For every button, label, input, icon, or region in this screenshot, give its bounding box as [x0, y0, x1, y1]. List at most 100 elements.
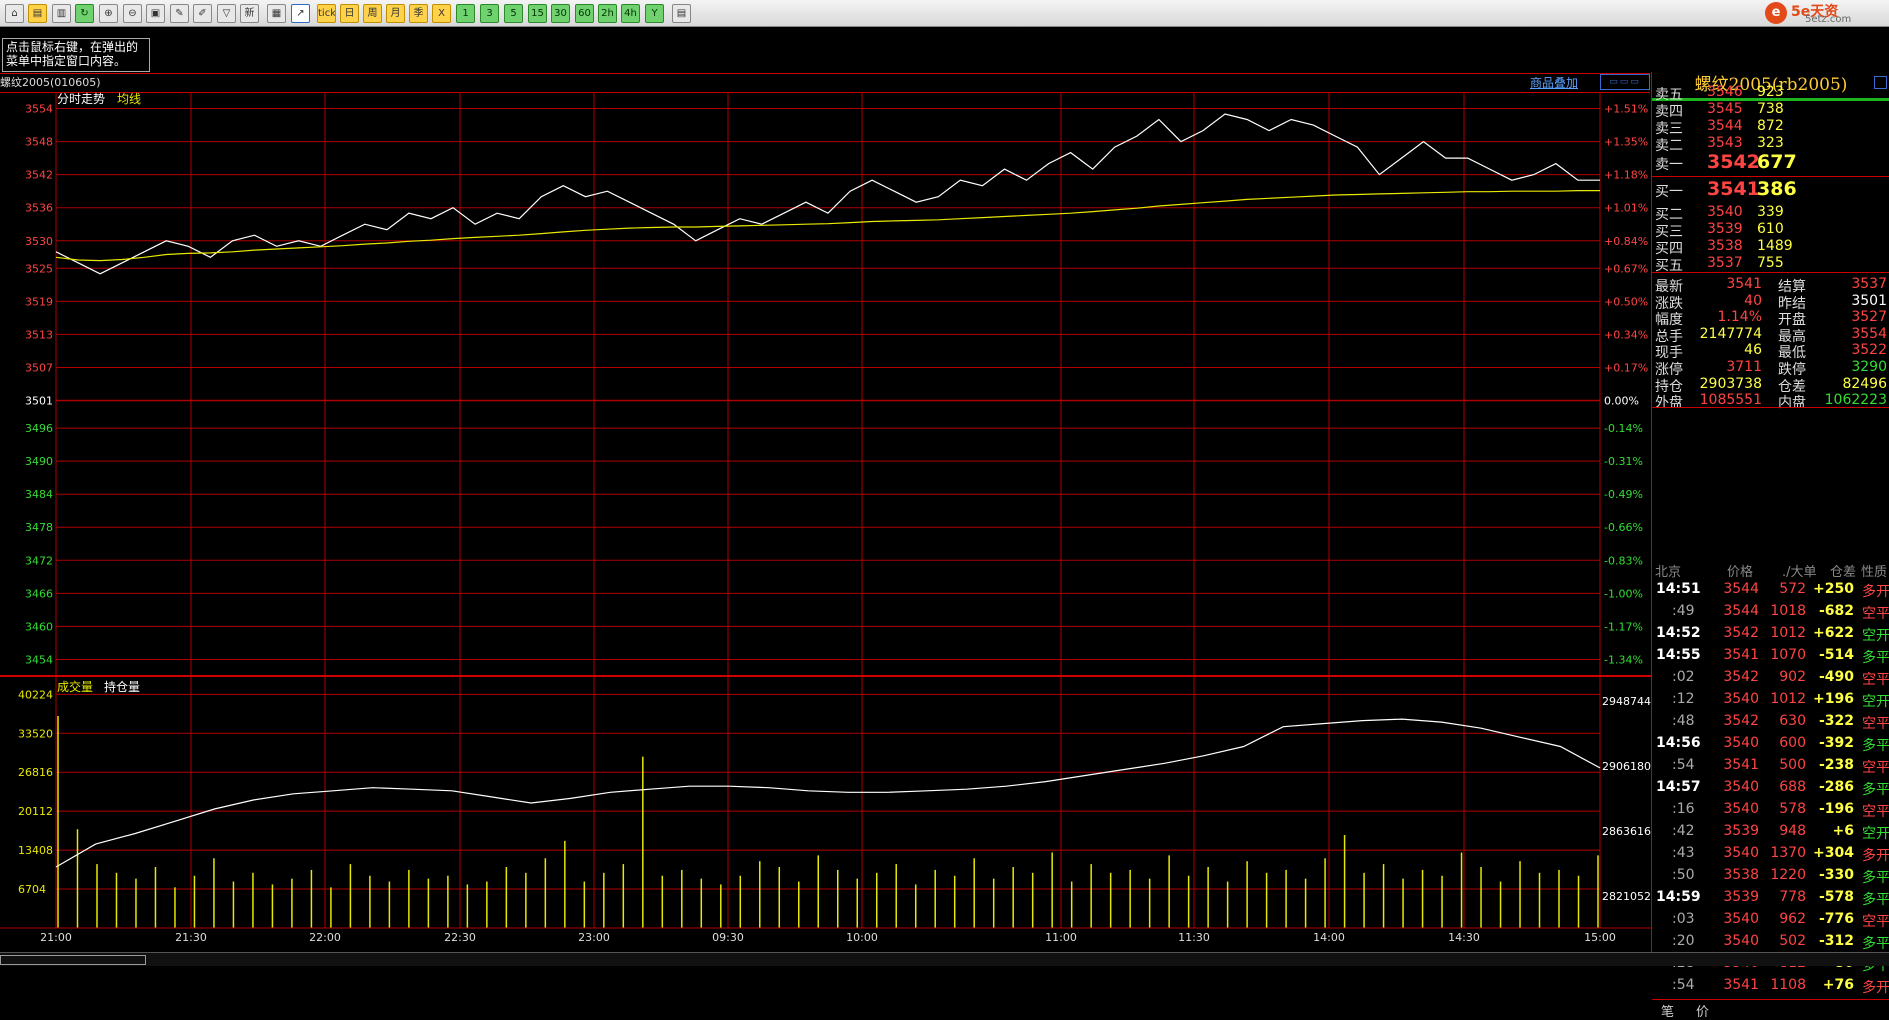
chart-line-icon[interactable]: ↗ [291, 4, 310, 23]
volume-tick-label: 13408 [18, 844, 53, 857]
tick-nature: 空平 [1862, 672, 1889, 688]
folder-icon[interactable]: ▤ [28, 4, 47, 23]
zoom-in-icon[interactable]: ⊕ [99, 4, 118, 23]
pct-tick-label: -1.17% [1604, 620, 1643, 633]
new-icon[interactable]: 新 [240, 4, 259, 23]
bid-price: 3539 [1707, 221, 1743, 237]
pct-tick-label: +1.51% [1604, 103, 1648, 116]
pct-tick-label: -0.83% [1604, 554, 1643, 567]
home-icon[interactable]: ⌂ [5, 4, 24, 23]
period-week[interactable]: 周 [363, 4, 382, 23]
tab-price[interactable]: 价 [1696, 1001, 1709, 1020]
tick-row: :43 3540 1370 +304 多开 [1652, 843, 1889, 865]
period-4h[interactable]: 4h [621, 4, 640, 23]
tick-row: :12 3540 1012 +196 空开 [1652, 689, 1889, 711]
series-label-price: 分时走势 [57, 92, 105, 106]
pct-tick-label: +1.18% [1604, 169, 1648, 182]
tick-nature: 空平 [1862, 760, 1889, 776]
ask-volume: 677 [1757, 151, 1797, 173]
tab-trades[interactable]: 笔 [1661, 1001, 1674, 1020]
period-30min[interactable]: 30 [551, 4, 570, 23]
tick-time: :03 [1672, 911, 1695, 927]
tick-diff: -578 [1818, 889, 1854, 905]
price-tick-label: 3519 [25, 295, 53, 308]
refresh-icon[interactable]: ↻ [75, 4, 94, 23]
ask-label: 卖一 [1655, 157, 1683, 173]
contract-code: 螺纹2005(010605) [0, 76, 101, 89]
tick-nature: 多开 [1862, 980, 1889, 996]
tick-nature: 空开 [1862, 628, 1889, 644]
period-60min[interactable]: 60 [575, 4, 594, 23]
hint-line-1: 点击鼠标右键，在弹出的 [6, 40, 139, 54]
tick-row: :20 3540 502 -312 多平 [1652, 931, 1889, 953]
period-day[interactable]: 日 [340, 4, 359, 23]
bid-price: 3537 [1707, 255, 1743, 271]
tick-diff: -286 [1818, 779, 1854, 795]
window-buttons[interactable]: ▭▭▭ [1600, 74, 1650, 90]
series-label-avg: 均线 [117, 92, 141, 106]
price-tick-label: 3496 [25, 422, 53, 435]
stat-value: 3522 [1851, 342, 1887, 359]
price-tick-label: 3460 [25, 620, 53, 633]
period-5min[interactable]: 5 [504, 4, 523, 23]
period-2h[interactable]: 2h [598, 4, 617, 23]
stat-value: 3290 [1851, 359, 1887, 375]
tick-diff: +196 [1813, 691, 1854, 707]
tick-nature: 多平 [1862, 738, 1889, 754]
tick-header-time: 北京 [1655, 565, 1682, 580]
bid-level: 买五 3537 755 [1652, 253, 1889, 274]
zoom-out-icon[interactable]: ⊖ [123, 4, 142, 23]
tick-diff: -514 [1818, 647, 1854, 663]
pct-tick-label: -0.66% [1604, 521, 1643, 534]
window-icon[interactable]: ▣ [146, 4, 165, 23]
filter-icon[interactable]: ▽ [217, 4, 236, 23]
stat-value: 2903738 [1699, 375, 1762, 392]
bid-volume: 755 [1757, 255, 1784, 271]
table-icon[interactable]: ▦ [267, 4, 286, 23]
average-line [55, 189, 1600, 262]
hint-line-2: 菜单中指定窗口内容。 [6, 54, 127, 68]
tick-time: :43 [1672, 845, 1695, 861]
tick-volume: 778 [1779, 889, 1806, 905]
ask-price: 3544 [1707, 118, 1743, 134]
tick-icon[interactable]: tick [317, 4, 336, 23]
period-year[interactable]: Y [645, 4, 664, 23]
time-tick-label: 14:30 [1448, 931, 1480, 944]
calendar-icon[interactable]: ▤ [672, 4, 691, 23]
tick-price: 3542 [1723, 669, 1759, 685]
period-season[interactable]: 季 [409, 4, 428, 23]
volume-tick-label: 33520 [18, 727, 53, 740]
pen-icon[interactable]: ✎ [170, 4, 189, 23]
pct-tick-label: 0.00% [1604, 395, 1639, 408]
chart-header-bar [0, 73, 1650, 93]
news-icon[interactable]: ▥ [52, 4, 71, 23]
tick-volume: 1370 [1770, 845, 1806, 861]
tick-volume: 962 [1779, 911, 1806, 927]
tick-nature: 空平 [1862, 804, 1889, 820]
tick-diff: -312 [1818, 933, 1854, 949]
period-3min[interactable]: 3 [480, 4, 499, 23]
tick-volume: 902 [1779, 669, 1806, 685]
period-15min[interactable]: 15 [528, 4, 547, 23]
ask-price: 3542 [1707, 151, 1760, 173]
tick-row: :02 3542 902 -490 空平 [1652, 667, 1889, 689]
stat-value: 1085551 [1699, 392, 1762, 409]
tick-nature: 空平 [1862, 716, 1889, 732]
period-1min[interactable]: 1 [456, 4, 475, 23]
tick-row: 14:57 3540 688 -286 多平 [1652, 777, 1889, 799]
tick-volume: 948 [1779, 823, 1806, 839]
chart-area[interactable]: 3554 +1.51% 3548 +1.35% 3542 +1.18% 3536 +1.01%… [0, 92, 1651, 972]
time-tick-label: 14:00 [1313, 931, 1345, 944]
overlay-link[interactable]: 商品叠加 [1530, 74, 1578, 91]
period-month[interactable]: 月 [386, 4, 405, 23]
tick-price: 3538 [1723, 867, 1759, 883]
ask-level: 卖二 3543 323 [1652, 133, 1889, 154]
draw-icon[interactable]: ✐ [193, 4, 212, 23]
tick-diff: -196 [1818, 801, 1854, 817]
period-custom[interactable]: X [432, 4, 451, 23]
tick-nature: 多平 [1862, 892, 1889, 908]
status-box [0, 955, 146, 965]
tick-volume: 500 [1779, 757, 1806, 773]
pct-tick-label: +0.84% [1604, 235, 1648, 248]
bid-volume: 1489 [1757, 238, 1793, 254]
